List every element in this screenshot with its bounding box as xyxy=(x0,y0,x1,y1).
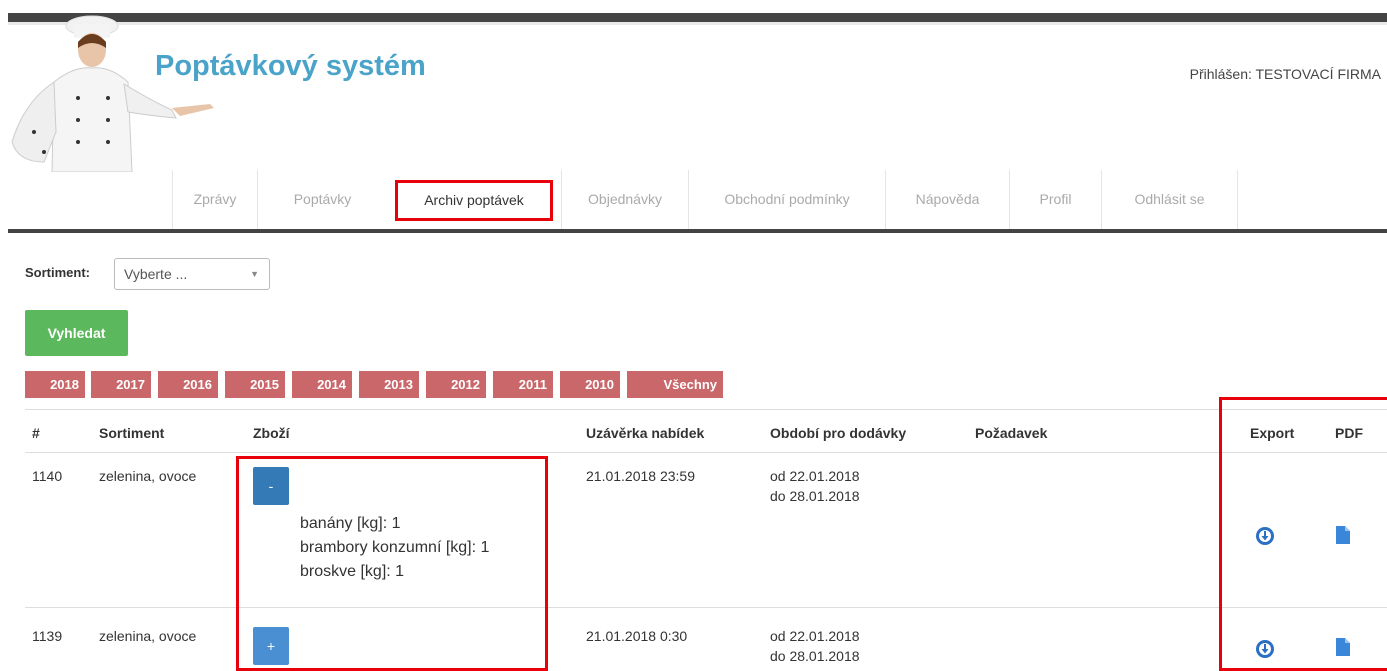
highlight-items-column xyxy=(236,456,548,671)
nav-archiv-poptavek[interactable]: Archiv poptávek xyxy=(395,180,553,221)
col-header-sortiment: Sortiment xyxy=(99,425,165,441)
row-obdobi-do: do 28.01.2018 xyxy=(770,488,860,504)
row-sortiment: zelenina, ovoce xyxy=(99,628,197,644)
row-divider xyxy=(25,607,1387,608)
nav-poptavky[interactable]: Poptávky xyxy=(257,170,387,229)
nav-objednavky[interactable]: Objednávky xyxy=(561,170,688,229)
chef-logo xyxy=(11,15,214,172)
year-button-2016[interactable]: 2016 xyxy=(158,371,218,398)
row-id: 1140 xyxy=(32,468,63,484)
search-button[interactable]: Vyhledat xyxy=(25,310,128,356)
year-button-2015[interactable]: 2015 xyxy=(225,371,285,398)
col-header-pozadavek: Požadavek xyxy=(975,425,1048,441)
logged-in-user: Přihlášen: TESTOVACÍ FIRMA xyxy=(1189,66,1381,82)
row-id: 1139 xyxy=(32,628,63,644)
table-top-border xyxy=(25,409,1387,410)
nav-obchodni-podminky[interactable]: Obchodní podmínky xyxy=(688,170,885,229)
col-header-zbozi: Zboží xyxy=(253,425,290,441)
nav-profil[interactable]: Profil xyxy=(1009,170,1101,229)
sortiment-label: Sortiment: xyxy=(25,265,90,280)
nav-odhlasit-se[interactable]: Odhlásit se xyxy=(1101,170,1238,229)
nav-zpravy[interactable]: Zprávy xyxy=(172,170,257,229)
year-button-2018[interactable]: 2018 xyxy=(25,371,85,398)
year-button-2012[interactable]: 2012 xyxy=(426,371,486,398)
table-header-border xyxy=(25,452,1387,453)
row-sortiment: zelenina, ovoce xyxy=(99,468,197,484)
row-uzaverka: 21.01.2018 23:59 xyxy=(586,468,695,484)
sortiment-select-value: Vyberte ... xyxy=(124,266,188,282)
col-header-uzaverka: Uzávěrka nabídek xyxy=(586,425,705,441)
year-button-2017[interactable]: 2017 xyxy=(91,371,151,398)
main-nav: Zprávy Poptávky Archiv poptávek Objednáv… xyxy=(8,170,1387,233)
nav-napoveda[interactable]: Nápověda xyxy=(885,170,1009,229)
year-button-2014[interactable]: 2014 xyxy=(292,371,352,398)
app-title: Poptávkový systém xyxy=(155,50,426,82)
row-obdobi-od: od 22.01.2018 xyxy=(770,628,860,644)
year-button-2013[interactable]: 2013 xyxy=(359,371,419,398)
row-obdobi-od: od 22.01.2018 xyxy=(770,468,860,484)
chevron-down-icon: ▼ xyxy=(250,269,259,279)
highlight-export-pdf-columns xyxy=(1219,397,1387,671)
year-button-all[interactable]: Všechny xyxy=(627,371,723,398)
year-button-2010[interactable]: 2010 xyxy=(560,371,620,398)
col-header-id: # xyxy=(32,425,40,441)
col-header-obdobi: Období pro dodávky xyxy=(770,425,907,441)
year-button-2011[interactable]: 2011 xyxy=(493,371,553,398)
row-obdobi-do: do 28.01.2018 xyxy=(770,648,860,664)
sortiment-select[interactable]: Vyberte ... ▼ xyxy=(114,258,270,290)
row-uzaverka: 21.01.2018 0:30 xyxy=(586,628,688,644)
